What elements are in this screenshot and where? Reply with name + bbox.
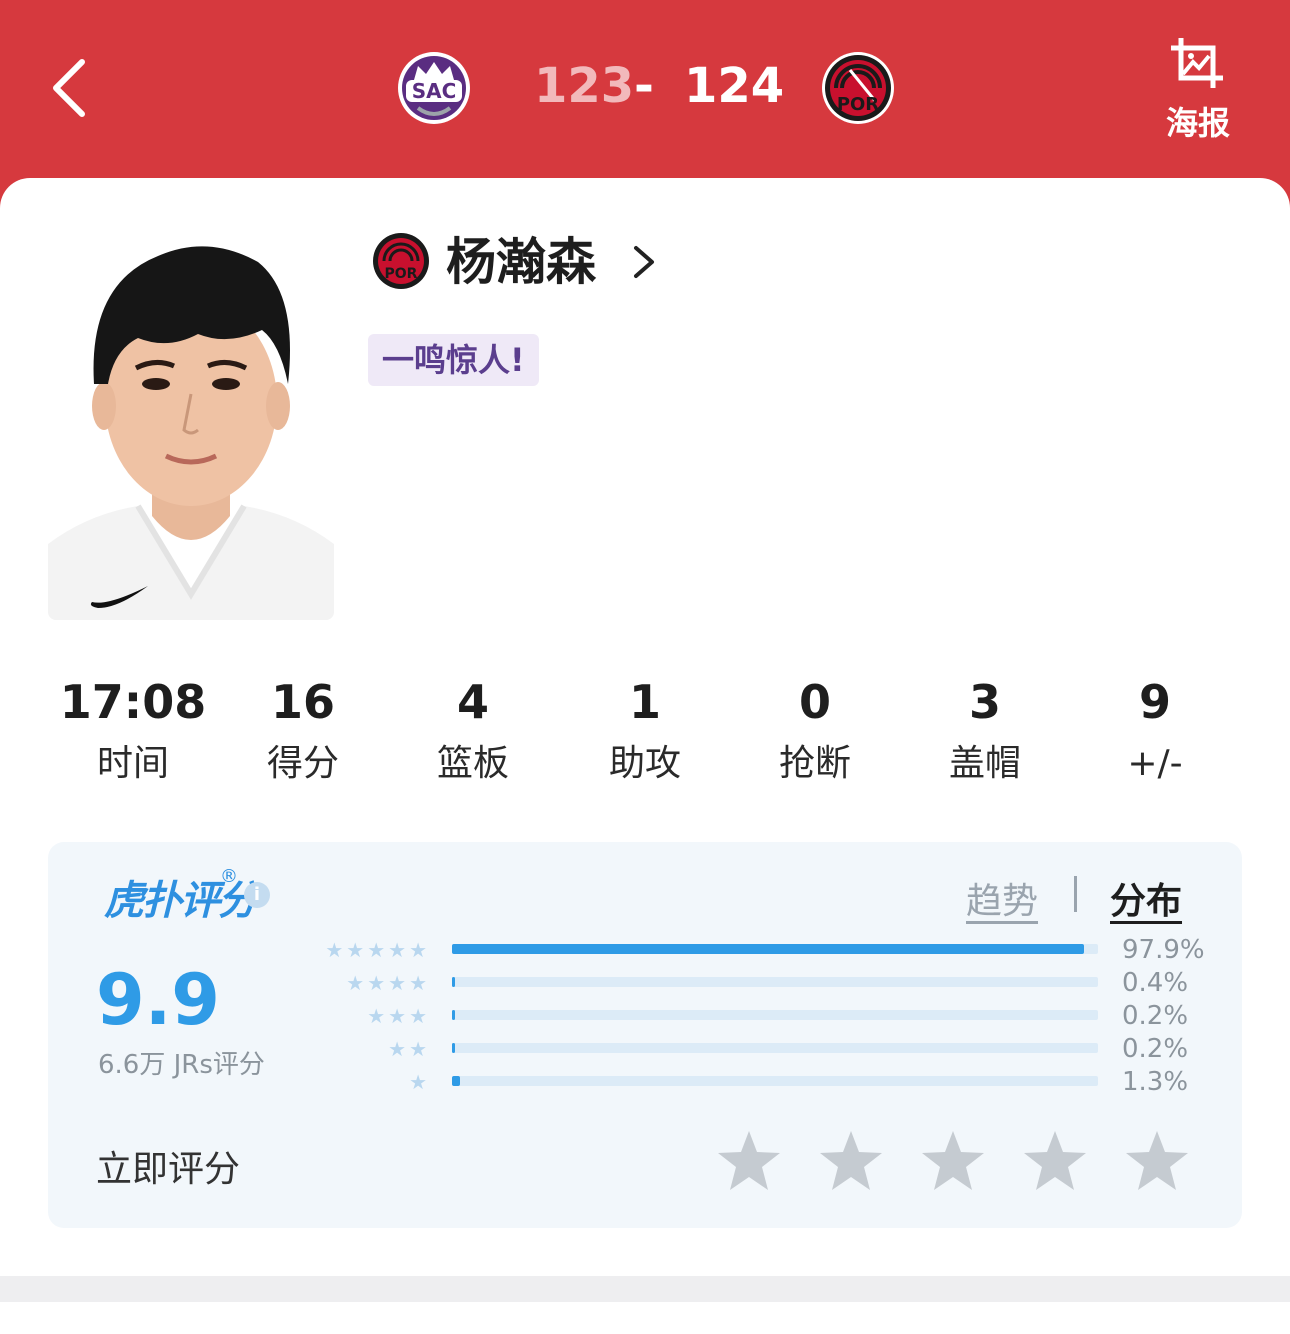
- rate-star-5-icon[interactable]: [1124, 1128, 1190, 1194]
- stat-rebounds: 4 篮板: [388, 672, 558, 786]
- stat-label: 时间: [96, 743, 169, 784]
- stat-value: 3: [968, 675, 1001, 729]
- stat-label: 盖帽: [948, 743, 1021, 784]
- distribution-percent: 0.2%: [1122, 1001, 1189, 1031]
- stat-label: 助攻: [608, 743, 681, 784]
- stat-plus-minus: 9 +/-: [1070, 672, 1240, 786]
- tab-trend[interactable]: 趋势: [966, 872, 1038, 924]
- distribution-row-3: ★★★ 0.2%: [300, 1002, 1220, 1030]
- next-section: [0, 1302, 1290, 1334]
- rate-star-4-icon[interactable]: [1022, 1128, 1088, 1194]
- distribution-bar-track: [452, 1076, 1098, 1086]
- distribution-bar-fill: [452, 1076, 460, 1086]
- svg-text:SAC: SAC: [412, 79, 457, 103]
- rate-now-label: 立即评分: [96, 1149, 241, 1190]
- stat-value: 17:08: [59, 675, 207, 729]
- stat-value: 9: [1138, 675, 1171, 729]
- rate-star-2-icon[interactable]: [818, 1128, 884, 1194]
- image-crop-icon: [1171, 38, 1223, 88]
- distribution-bar-track: [452, 1010, 1098, 1020]
- stat-value: 0: [798, 675, 831, 729]
- star-level: ★: [409, 1070, 430, 1094]
- distribution-row-4: ★★★★ 0.4%: [300, 969, 1220, 997]
- distribution-bar-fill: [452, 1043, 455, 1053]
- rate-star-3-icon[interactable]: [920, 1128, 986, 1194]
- stat-value: 4: [456, 675, 489, 729]
- stat-steals: 0 抢断: [730, 672, 900, 786]
- tab-divider: [1074, 876, 1077, 912]
- score-separator: -: [634, 58, 654, 114]
- distribution-bar-track: [452, 1043, 1098, 1053]
- away-team-logo[interactable]: POR: [820, 50, 896, 126]
- distribution-percent: 0.2%: [1122, 1034, 1189, 1064]
- star-level: ★★★: [367, 1004, 430, 1028]
- rate-star-1-icon[interactable]: [716, 1128, 782, 1194]
- distribution-row-1: ★ 1.3%: [300, 1068, 1220, 1096]
- home-team-logo[interactable]: SAC: [396, 50, 472, 126]
- star-level: ★★★★★: [325, 938, 430, 962]
- distribution-bar-fill: [452, 1010, 455, 1020]
- stat-value: 1: [628, 675, 661, 729]
- stat-label: 抢断: [778, 743, 851, 784]
- stat-label: +/-: [1127, 743, 1183, 784]
- stat-minutes: 17:08 时间: [48, 672, 218, 786]
- distribution-percent: 97.9%: [1122, 935, 1205, 965]
- chevron-left-icon: [53, 59, 85, 117]
- stat-points: 16 得分: [218, 672, 388, 786]
- poster-button[interactable]: 海报: [1156, 34, 1240, 144]
- distribution-bar-fill: [452, 977, 455, 987]
- player-highlight-tag: 一鸣惊人!: [368, 334, 539, 386]
- distribution-percent: 1.3%: [1122, 1067, 1189, 1097]
- player-name[interactable]: 杨瀚森: [446, 230, 596, 294]
- star-level: ★★★★: [346, 971, 430, 995]
- home-score: 123: [534, 58, 635, 114]
- distribution-bar-track: [452, 944, 1098, 954]
- poster-label: 海报: [1165, 104, 1230, 142]
- back-button[interactable]: [40, 48, 110, 128]
- distribution-row-2: ★★ 0.2%: [300, 1035, 1220, 1063]
- stat-assists: 1 助攻: [560, 672, 730, 786]
- stat-value: 16: [270, 675, 335, 729]
- chevron-right-icon: [634, 246, 654, 278]
- player-detail-link[interactable]: [626, 240, 660, 284]
- distribution-bar-track: [452, 977, 1098, 987]
- player-team-logo: POR: [372, 232, 430, 290]
- player-photo[interactable]: [48, 234, 334, 620]
- distribution-bar-fill: [452, 944, 1084, 954]
- svg-text:POR: POR: [837, 94, 879, 115]
- tab-distribution[interactable]: 分布: [1110, 872, 1182, 924]
- star-level: ★★: [388, 1037, 430, 1061]
- info-icon[interactable]: i: [244, 882, 270, 908]
- distribution-row-5: ★★★★★ 97.9%: [300, 936, 1220, 964]
- stat-blocks: 3 盖帽: [900, 672, 1070, 786]
- distribution-percent: 0.4%: [1122, 968, 1189, 998]
- stat-label: 得分: [266, 743, 339, 784]
- rating-votes: 6.6万 JRs评分: [98, 1050, 265, 1080]
- section-divider: [0, 1276, 1290, 1302]
- stat-label: 篮板: [436, 743, 509, 784]
- registered-mark: ®: [220, 866, 238, 887]
- rating-score: 9.9: [96, 959, 221, 1041]
- away-score: 124: [684, 58, 785, 114]
- svg-text:POR: POR: [385, 266, 418, 282]
